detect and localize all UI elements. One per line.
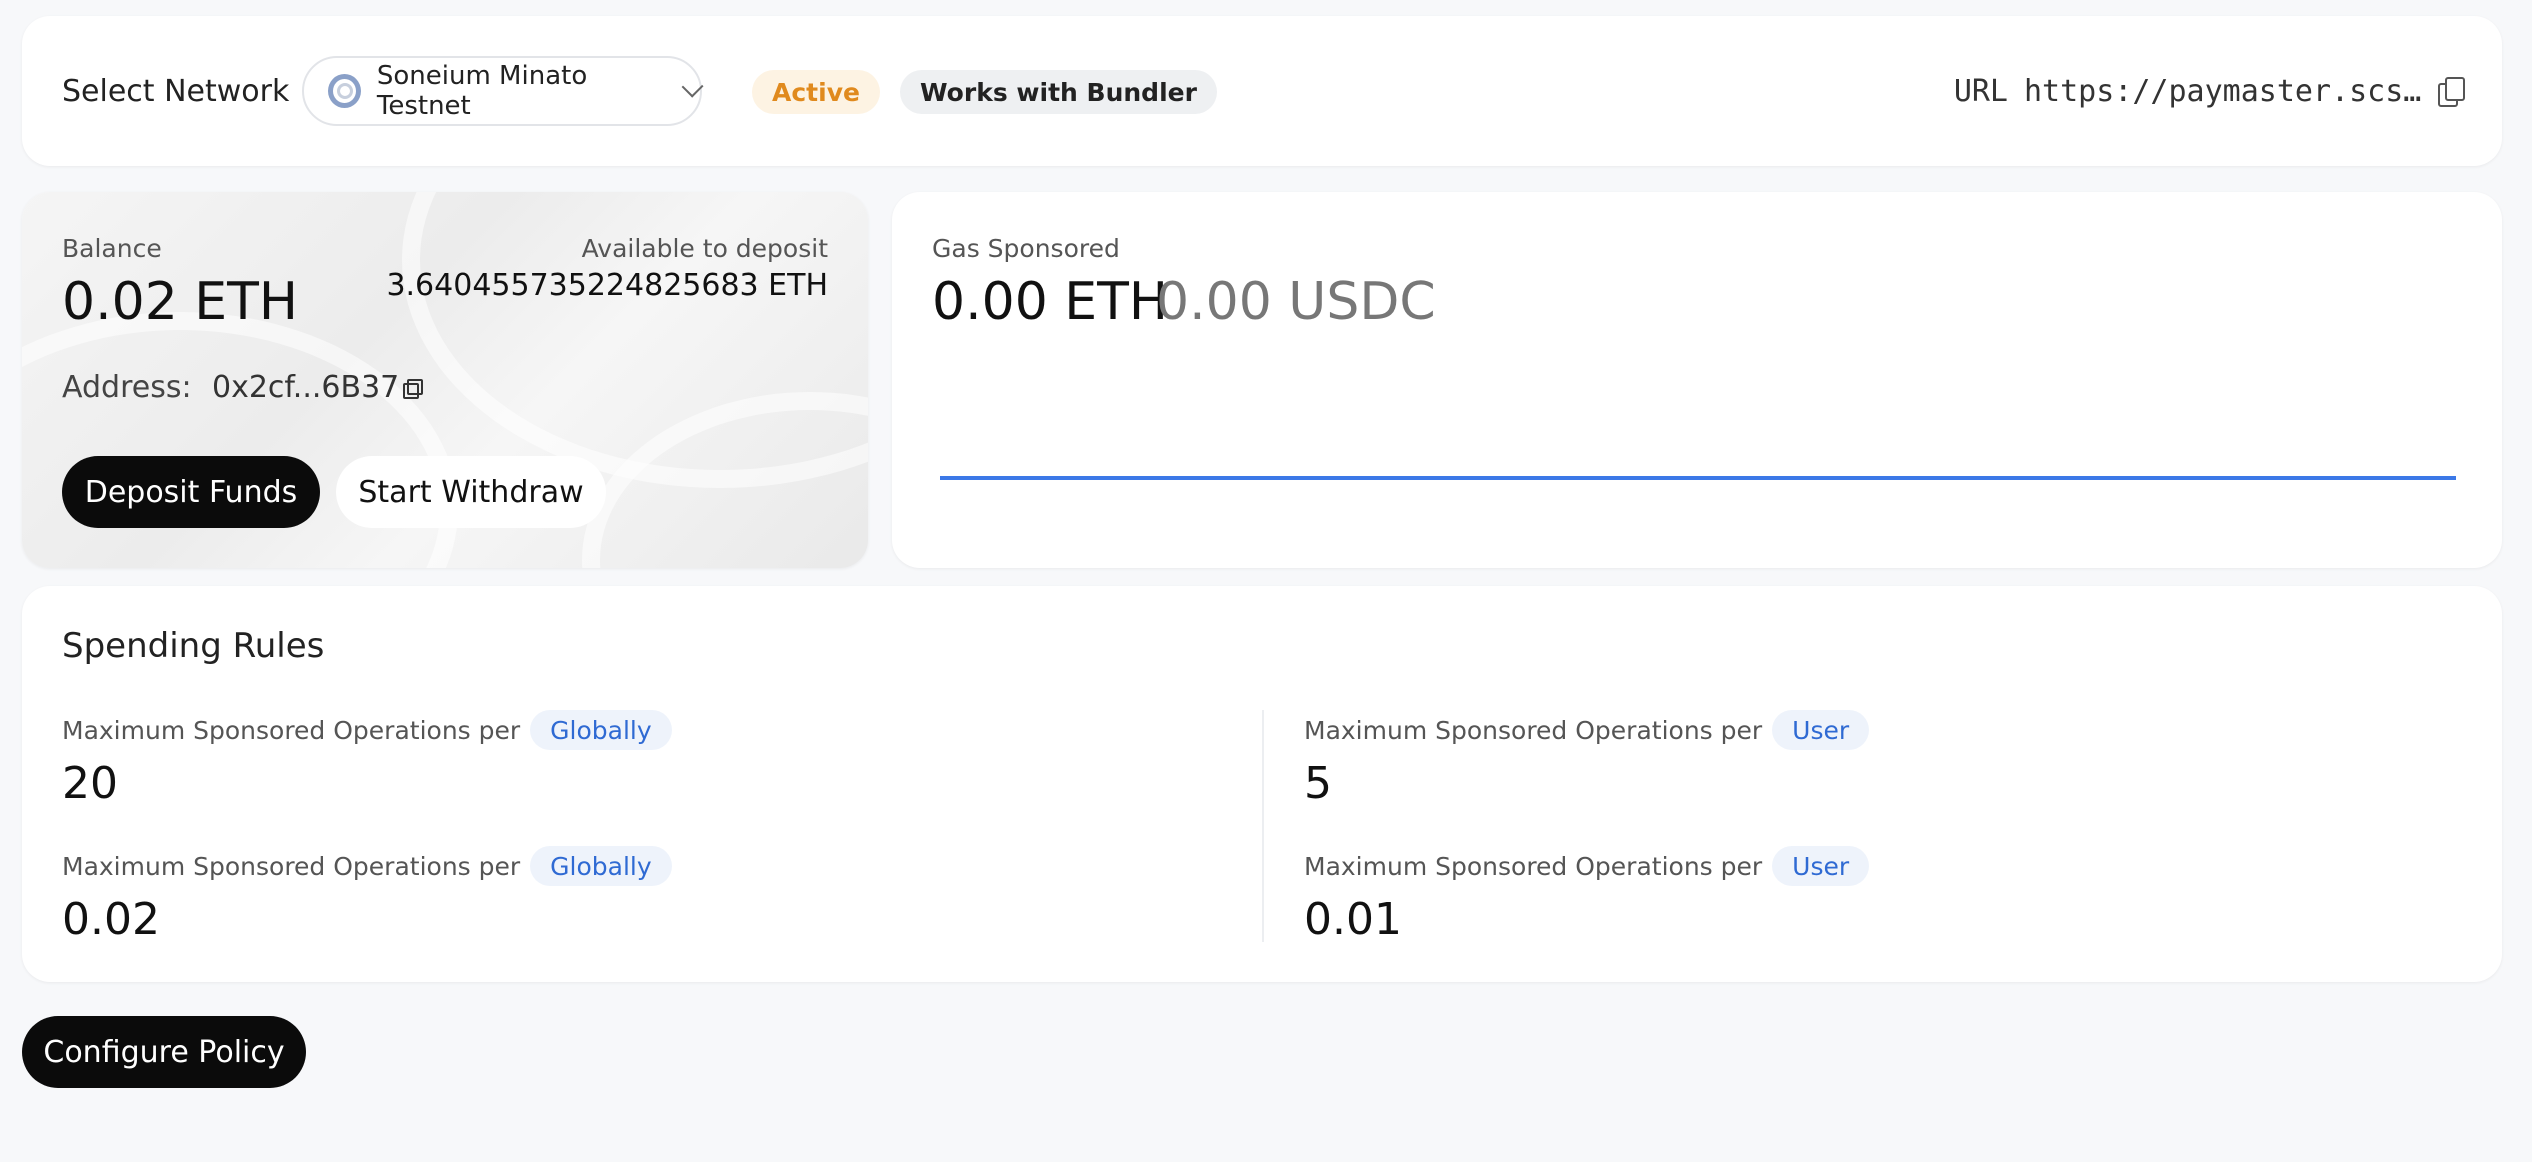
network-name: Soneium Minato Testnet bbox=[376, 61, 588, 121]
rule-item: Maximum Sponsored Operations per Globall… bbox=[62, 846, 672, 945]
rule-value: 20 bbox=[62, 758, 118, 809]
network-logo-icon bbox=[328, 74, 361, 108]
rule-item: Maximum Sponsored Operations per User 5 bbox=[1304, 710, 1870, 809]
gas-sponsored-label: Gas Sponsored bbox=[932, 234, 1120, 263]
rule-label: Maximum Sponsored Operations per bbox=[1304, 851, 1763, 881]
chevron-down-icon bbox=[681, 75, 704, 98]
spending-rules-title: Spending Rules bbox=[62, 626, 325, 666]
url-label: URL bbox=[1953, 73, 2008, 109]
gas-sponsored-card: Gas Sponsored 0.00 ETH 0.00 USDC bbox=[892, 192, 2502, 568]
bundler-badge: Works with Bundler bbox=[900, 70, 1217, 114]
available-label: Available to deposit bbox=[581, 234, 828, 263]
select-network-label: Select Network bbox=[62, 73, 290, 109]
balance-card: Balance 0.02 ETH Available to deposit 3.… bbox=[22, 192, 868, 568]
divider bbox=[1262, 710, 1264, 942]
rule-label: Maximum Sponsored Operations per bbox=[1304, 715, 1763, 745]
rule-value: 5 bbox=[1304, 758, 1332, 809]
configure-policy-button[interactable]: Configure Policy bbox=[22, 1016, 306, 1088]
rule-scope-tag: User bbox=[1772, 710, 1870, 750]
url-value[interactable]: https://paymaster.scs… bbox=[2024, 74, 2424, 109]
rule-label: Maximum Sponsored Operations per bbox=[62, 715, 521, 745]
address-label: Address: bbox=[62, 370, 192, 405]
network-bar: Select Network Soneium Minato Testnet Ac… bbox=[22, 16, 2502, 166]
gas-eth-value: 0.00 ETH bbox=[932, 272, 1169, 332]
rule-label: Maximum Sponsored Operations per bbox=[62, 851, 521, 881]
address-value: 0x2cf...6B37 bbox=[212, 370, 400, 405]
rule-value: 0.02 bbox=[62, 894, 160, 945]
balance-label: Balance bbox=[62, 234, 162, 263]
address-row: 0x2cf...6B37 bbox=[212, 370, 424, 405]
network-selector[interactable]: Soneium Minato Testnet bbox=[302, 56, 704, 126]
status-badge: Active bbox=[752, 70, 880, 114]
balance-value: 0.02 ETH bbox=[62, 272, 299, 332]
rule-item: Maximum Sponsored Operations per Globall… bbox=[62, 710, 672, 809]
rule-item: Maximum Sponsored Operations per User 0.… bbox=[1304, 846, 1870, 945]
deposit-funds-button[interactable]: Deposit Funds bbox=[62, 456, 320, 528]
rule-scope-tag: Globally bbox=[530, 710, 672, 750]
rule-scope-tag: Globally bbox=[530, 846, 672, 886]
paymaster-url: URL https://paymaster.scs… bbox=[1953, 16, 2465, 166]
spending-rules-card: Spending Rules Maximum Sponsored Operati… bbox=[22, 586, 2502, 982]
gas-chart bbox=[940, 476, 2456, 480]
available-value: 3.640455735224825683 ETH bbox=[386, 268, 828, 303]
copy-icon[interactable] bbox=[2438, 77, 2465, 107]
rule-value: 0.01 bbox=[1304, 894, 1402, 945]
rule-scope-tag: User bbox=[1772, 846, 1870, 886]
gas-usdc-value: 0.00 USDC bbox=[1156, 272, 1436, 332]
background-texture bbox=[22, 312, 458, 568]
start-withdraw-button[interactable]: Start Withdraw bbox=[336, 456, 606, 528]
copy-address-icon[interactable] bbox=[403, 378, 424, 399]
